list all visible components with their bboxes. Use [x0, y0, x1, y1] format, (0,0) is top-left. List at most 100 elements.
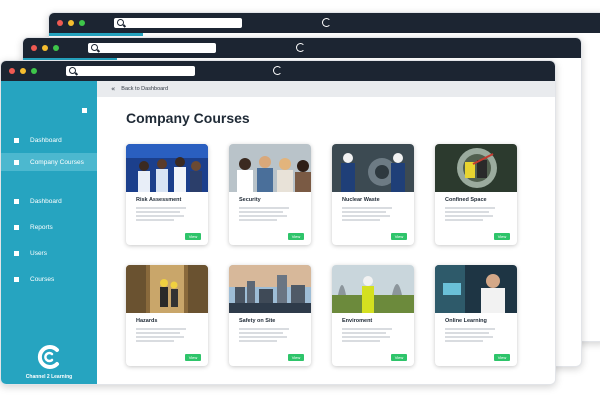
minimize-button[interactable]: [20, 68, 26, 74]
description-line: [445, 332, 489, 334]
sidebar-item-dashboard-2[interactable]: Dashboard: [1, 192, 97, 210]
description-line: [136, 207, 186, 209]
course-title: Hazards: [136, 318, 158, 324]
sidebar-item-company-courses[interactable]: Company Courses: [1, 153, 97, 171]
title-bar: [23, 38, 581, 58]
bullet-icon: [14, 224, 19, 230]
course-title: Enviroment: [342, 318, 373, 324]
menu-toggle-icon[interactable]: [82, 108, 87, 113]
breadcrumb-bar: « Back to Dashboard: [97, 81, 555, 97]
view-button[interactable]: View: [494, 233, 510, 240]
search-icon: [117, 19, 124, 26]
sidebar-item-label: Company Courses: [30, 158, 84, 166]
bullet-icon: [14, 198, 19, 204]
description-line: [136, 332, 180, 334]
description-line: [342, 340, 380, 342]
course-card[interactable]: Enviroment View: [332, 265, 414, 366]
search-icon: [69, 67, 76, 74]
description-line: [342, 336, 390, 338]
course-thumbnail: [435, 265, 517, 313]
window-controls: [31, 45, 59, 51]
address-bar: [114, 18, 242, 28]
address-bar: [88, 43, 216, 53]
course-thumbnail: [126, 144, 208, 192]
course-title: Nuclear Waste: [342, 197, 380, 203]
course-card[interactable]: Online Learning View: [435, 265, 517, 366]
description-line: [239, 328, 289, 330]
browser-window: Dashboard Company Courses Dashboard Repo…: [0, 60, 556, 385]
bullet-icon: [14, 276, 19, 282]
course-thumbnail: [126, 265, 208, 313]
description-line: [239, 219, 277, 221]
course-card[interactable]: Safety on Site View: [229, 265, 311, 366]
maximize-dot: [79, 20, 85, 26]
search-icon: [91, 44, 98, 51]
page-title: Company Courses: [126, 110, 250, 126]
view-button[interactable]: View: [391, 233, 407, 240]
description-line: [136, 211, 180, 213]
description-line: [445, 336, 493, 338]
reload-icon: [296, 43, 305, 52]
course-card[interactable]: Hazards View: [126, 265, 208, 366]
minimize-dot: [68, 20, 74, 26]
description-line: [445, 340, 483, 342]
description-line: [136, 340, 174, 342]
description-line: [445, 207, 495, 209]
description-line: [342, 215, 390, 217]
reload-icon: [322, 18, 331, 27]
course-card[interactable]: Risk Assessment View: [126, 144, 208, 245]
close-dot: [31, 45, 37, 51]
bullet-icon: [14, 250, 19, 256]
reload-icon[interactable]: [273, 66, 282, 75]
main-content: Company Courses Risk Assessment View Sec…: [97, 97, 555, 384]
sidebar-item-reports[interactable]: Reports: [1, 218, 97, 236]
course-title: Confined Space: [445, 197, 487, 203]
description-line: [239, 332, 283, 334]
logo-text: Channel 2 Learning: [25, 374, 73, 380]
view-button[interactable]: View: [391, 354, 407, 361]
maximize-button[interactable]: [31, 68, 37, 74]
course-thumbnail: [332, 144, 414, 192]
description-line: [136, 219, 174, 221]
close-button[interactable]: [9, 68, 15, 74]
view-button[interactable]: View: [185, 233, 201, 240]
brand-logo: Channel 2 Learning: [1, 344, 97, 380]
sidebar-item-label: Dashboard: [30, 136, 62, 144]
description-line: [342, 207, 392, 209]
course-card[interactable]: Nuclear Waste View: [332, 144, 414, 245]
sidebar-item-label: Reports: [30, 223, 53, 231]
close-dot: [57, 20, 63, 26]
description-line: [445, 328, 495, 330]
minimize-dot: [42, 45, 48, 51]
course-title: Security: [239, 197, 261, 203]
view-button[interactable]: View: [288, 354, 304, 361]
description-line: [342, 211, 386, 213]
sidebar-item-users[interactable]: Users: [1, 244, 97, 262]
course-card[interactable]: Security View: [229, 144, 311, 245]
window-controls[interactable]: [9, 68, 37, 74]
window-controls: [57, 20, 85, 26]
bullet-icon: [14, 137, 19, 143]
course-title: Online Learning: [445, 318, 487, 324]
course-card[interactable]: Confined Space View: [435, 144, 517, 245]
maximize-dot: [53, 45, 59, 51]
view-button[interactable]: View: [494, 354, 510, 361]
back-chevrons-icon[interactable]: «: [111, 85, 115, 93]
description-line: [239, 336, 287, 338]
sidebar-item-dashboard[interactable]: Dashboard: [1, 131, 97, 149]
address-bar[interactable]: [66, 66, 195, 76]
description-line: [136, 336, 184, 338]
sidebar-item-label: Dashboard: [30, 197, 62, 205]
bullet-icon: [14, 159, 19, 165]
course-title: Risk Assessment: [136, 197, 182, 203]
description-line: [342, 328, 392, 330]
sidebar-item-courses[interactable]: Courses: [1, 270, 97, 288]
course-thumbnail: [229, 265, 311, 313]
logo-icon: [37, 345, 59, 369]
description-line: [136, 215, 184, 217]
description-line: [342, 332, 386, 334]
back-to-dashboard-link[interactable]: Back to Dashboard: [121, 86, 168, 92]
view-button[interactable]: View: [185, 354, 201, 361]
view-button[interactable]: View: [288, 233, 304, 240]
course-thumbnail: [435, 144, 517, 192]
